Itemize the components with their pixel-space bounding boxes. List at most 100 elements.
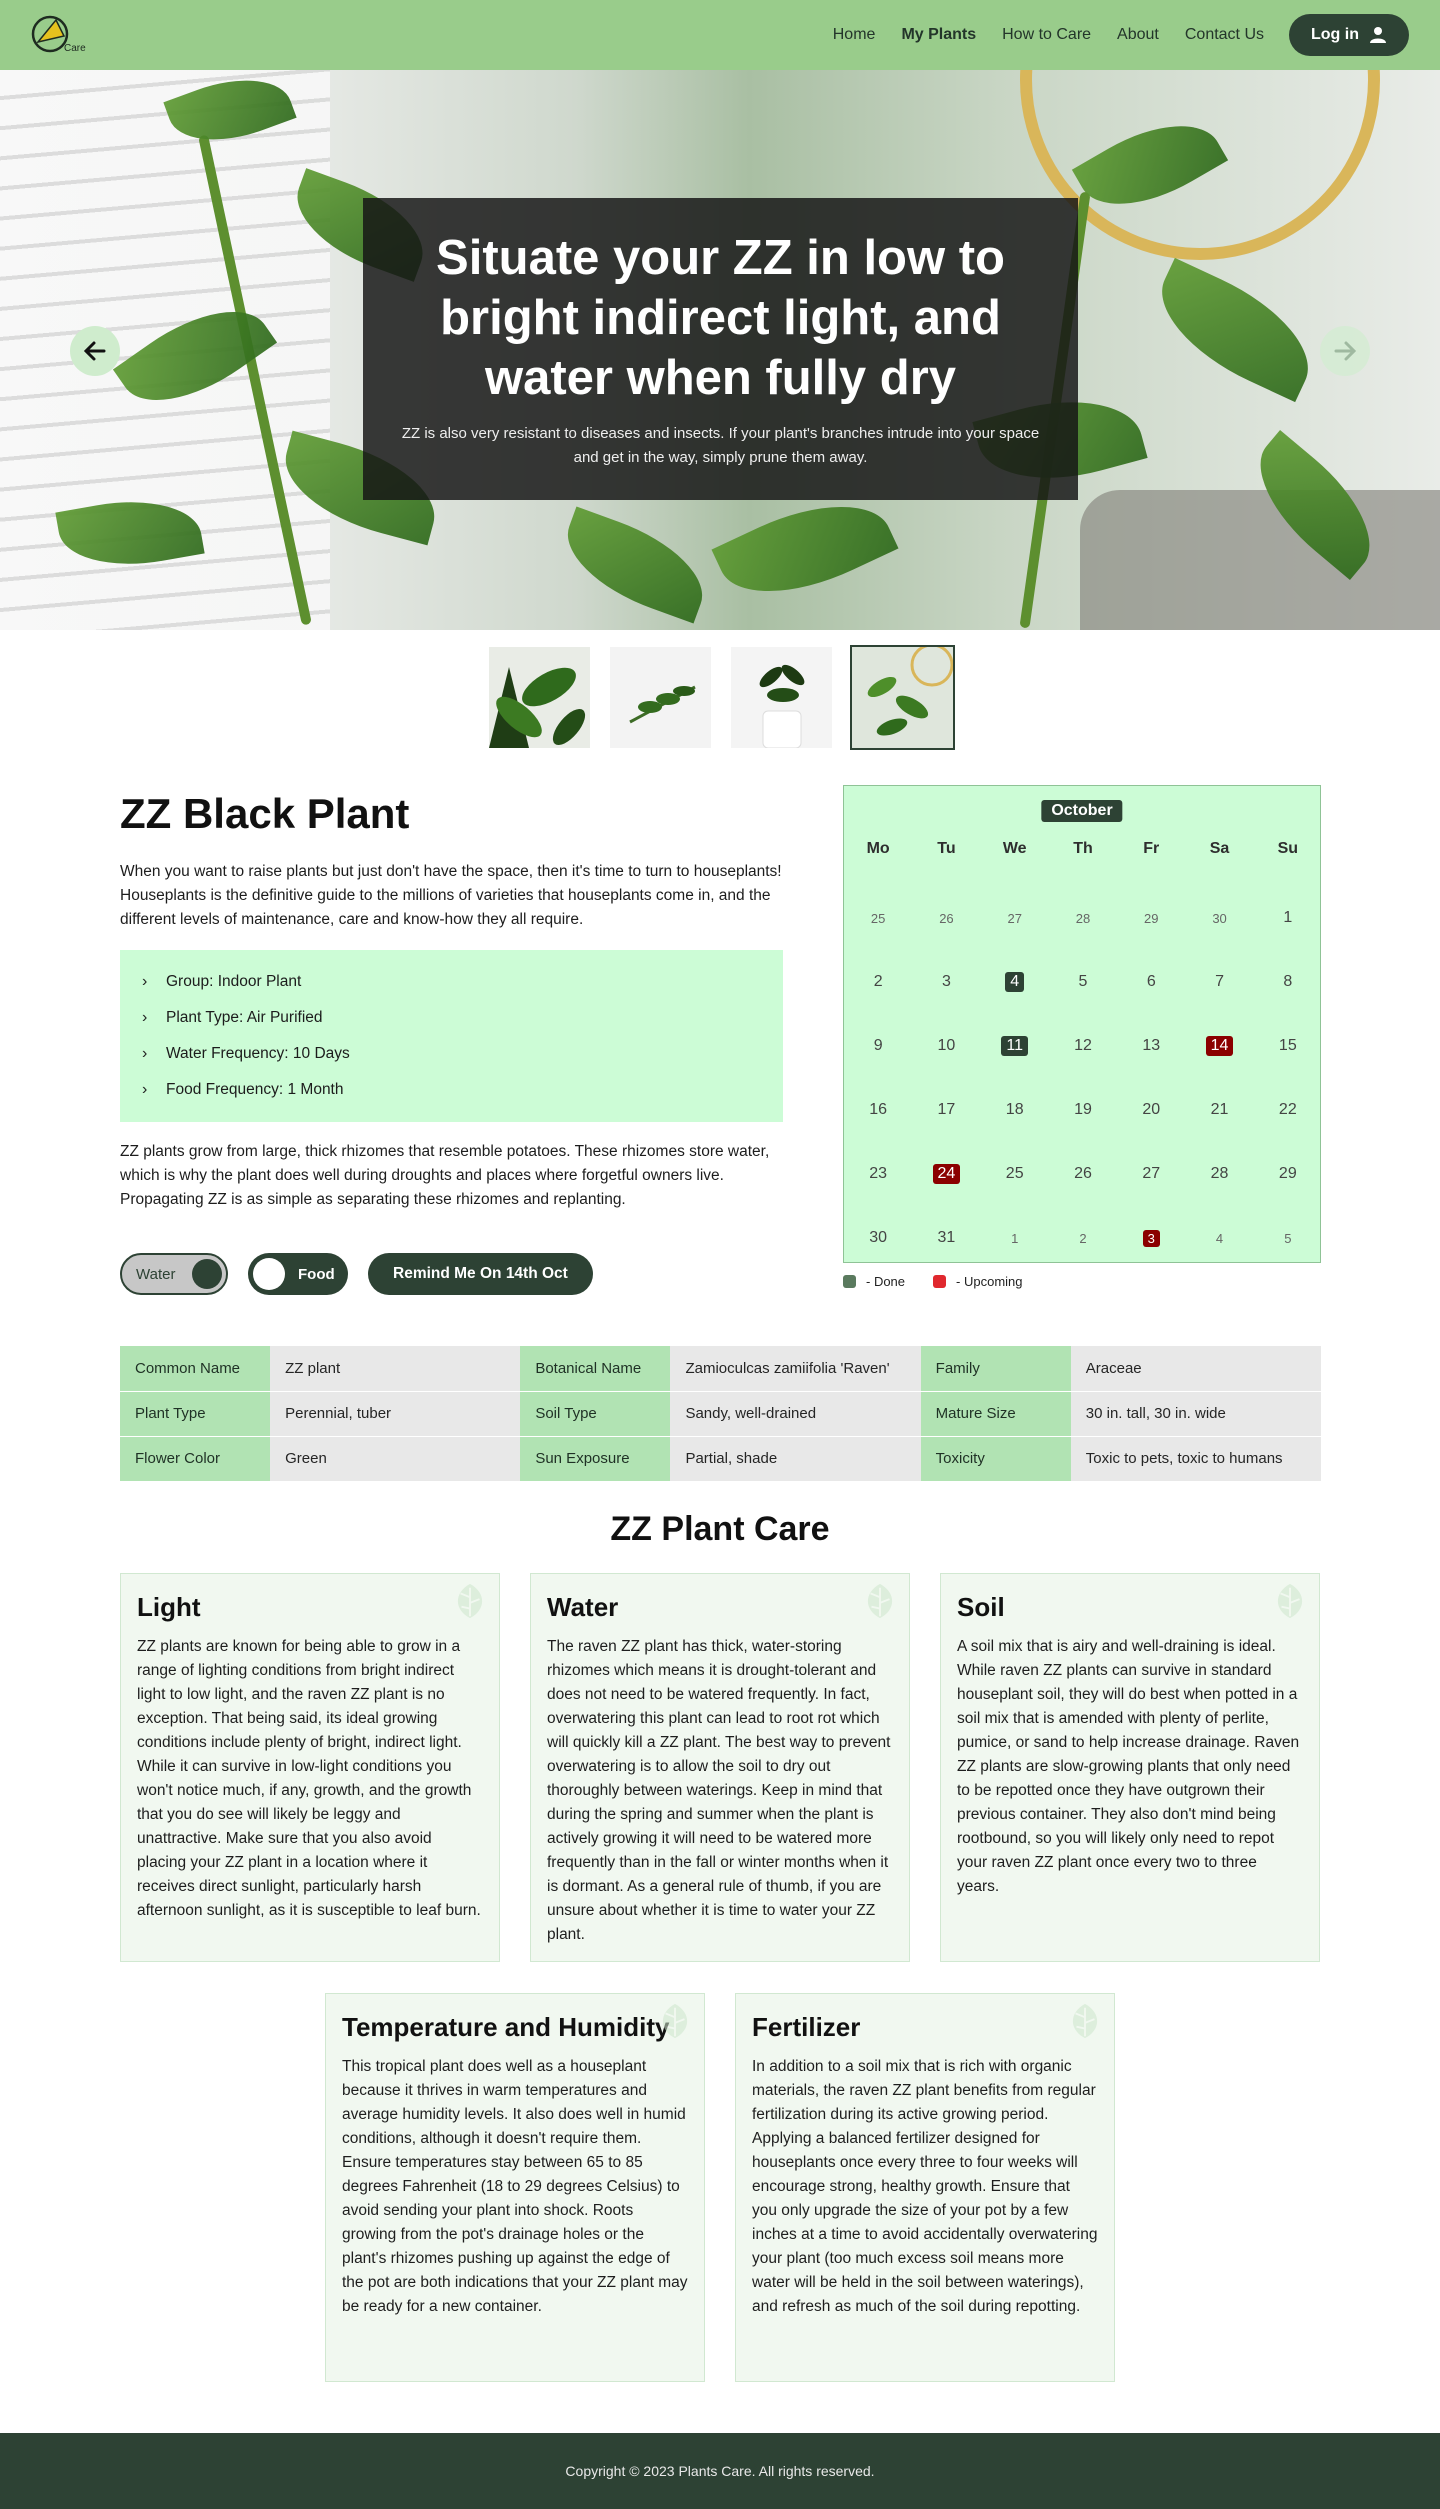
- fact-key: Family: [920, 1346, 1071, 1392]
- calendar-day[interactable]: 4: [1185, 1206, 1253, 1270]
- calendar-day-number: 27: [1007, 910, 1022, 926]
- water-toggle[interactable]: Water: [120, 1253, 228, 1295]
- user-icon: [1369, 27, 1386, 43]
- food-toggle-label: Food: [298, 1265, 335, 1283]
- calendar-day[interactable]: 28: [1049, 886, 1117, 950]
- care-card-fertilizer: Fertilizer In addition to a soil mix tha…: [735, 1993, 1115, 2382]
- nav-about[interactable]: About: [1117, 26, 1159, 44]
- calendar-day[interactable]: 21: [1185, 1078, 1253, 1142]
- calendar-day-number: 3: [941, 973, 951, 990]
- calendar-day[interactable]: 22: [1254, 1078, 1322, 1142]
- calendar-day[interactable]: 27: [1117, 1142, 1185, 1206]
- thumbnail-4[interactable]: [850, 645, 955, 750]
- calendar-day[interactable]: 18: [981, 1078, 1049, 1142]
- calendar-day[interactable]: 30: [844, 1206, 912, 1270]
- care-card-text: ZZ plants are known for being able to gr…: [137, 1638, 481, 1919]
- calendar-day[interactable]: 29: [1117, 886, 1185, 950]
- calendar-day[interactable]: 4: [981, 950, 1049, 1014]
- calendar-day-number: 24: [932, 1164, 961, 1184]
- care-card-light: Light ZZ plants are known for being able…: [120, 1573, 500, 1962]
- calendar-day[interactable]: 8: [1254, 950, 1322, 1014]
- thumbnail-strip: [489, 645, 955, 750]
- login-label: Log in: [1311, 26, 1359, 43]
- thumbnail-2[interactable]: [610, 647, 711, 748]
- calendar-day[interactable]: 12: [1049, 1014, 1117, 1078]
- calendar-day[interactable]: 10: [912, 1014, 980, 1078]
- calendar-day[interactable]: 19: [1049, 1078, 1117, 1142]
- calendar-day[interactable]: 27: [981, 886, 1049, 950]
- care-card-text: This tropical plant does well as a house…: [342, 2058, 688, 2315]
- calendar-day[interactable]: 15: [1254, 1014, 1322, 1078]
- calendar-day[interactable]: 25: [981, 1142, 1049, 1206]
- fact-key: Flower Color: [120, 1436, 271, 1482]
- footer: Copyright © 2023 Plants Care. All rights…: [0, 2433, 1440, 2509]
- calendar-grid: 25 26 27 28 29 30 1 2 3 4 5 6 7 8 9 10 11 12 13 14 15 16 17 18 1…: [844, 886, 1322, 1270]
- calendar-day[interactable]: 26: [912, 886, 980, 950]
- monstera-leaf-icon: [1277, 1583, 1303, 1619]
- calendar-day[interactable]: 28: [1185, 1142, 1253, 1206]
- carousel-prev-button[interactable]: [70, 326, 120, 376]
- calendar-week-row: 23 24 25 26 27 28 29: [844, 1142, 1322, 1206]
- weekday-label: Tu: [937, 840, 956, 857]
- care-card-temperature-humidity: Temperature and Humidity This tropical p…: [325, 1993, 705, 2382]
- table-row: Flower Color Green Sun Exposure Partial,…: [120, 1436, 1321, 1482]
- calendar-day[interactable]: 3: [1117, 1206, 1185, 1270]
- calendar-day[interactable]: 1: [981, 1206, 1049, 1270]
- thumbnail-image: [852, 647, 953, 748]
- care-card-title: Soil: [957, 1592, 1005, 1622]
- care-section-title: ZZ Plant Care: [610, 1510, 830, 1548]
- calendar-day[interactable]: 13: [1117, 1014, 1185, 1078]
- calendar-month: October: [1041, 800, 1123, 822]
- hero-carousel: Situate your ZZ in low to bright indirec…: [0, 70, 1440, 630]
- nav-my-plants[interactable]: My Plants: [901, 26, 976, 44]
- nav-how-to-care[interactable]: How to Care: [1002, 26, 1091, 44]
- thumbnail-image: [610, 647, 711, 748]
- calendar-day[interactable]: 17: [912, 1078, 980, 1142]
- carousel-next-button[interactable]: [1320, 326, 1370, 376]
- calendar-day[interactable]: 9: [844, 1014, 912, 1078]
- calendar-day[interactable]: 23: [844, 1142, 912, 1206]
- calendar-day[interactable]: 31: [912, 1206, 980, 1270]
- remind-me-button[interactable]: Remind Me On 14th Oct: [368, 1253, 593, 1295]
- login-button[interactable]: Log in: [1289, 14, 1409, 56]
- calendar-day[interactable]: 26: [1049, 1142, 1117, 1206]
- calendar-week-row: 16 17 18 19 20 21 22: [844, 1078, 1322, 1142]
- thumbnail-1[interactable]: [489, 647, 590, 748]
- plants-care-logo[interactable]: Care: [28, 10, 92, 60]
- calendar-day[interactable]: 14: [1185, 1014, 1253, 1078]
- calendar-day[interactable]: 5: [1254, 1206, 1322, 1270]
- hero-pot-decoration: [1080, 490, 1440, 630]
- thumbnail-3[interactable]: [731, 647, 832, 748]
- calendar-day[interactable]: 2: [844, 950, 912, 1014]
- calendar-day[interactable]: 1: [1254, 886, 1322, 950]
- calendar-week-row: 2 3 4 5 6 7 8: [844, 950, 1322, 1014]
- fact-key: Soil Type: [520, 1391, 671, 1437]
- fact-value: Zamioculcas zamiifolia 'Raven': [670, 1346, 921, 1392]
- care-card-text: A soil mix that is airy and well-drainin…: [957, 1638, 1300, 1895]
- calendar-day[interactable]: 3: [912, 950, 980, 1014]
- fact-value: Green: [270, 1436, 521, 1482]
- calendar-day[interactable]: 20: [1117, 1078, 1185, 1142]
- calendar-day[interactable]: 11: [981, 1014, 1049, 1078]
- svg-text:Care: Care: [64, 43, 86, 54]
- fact-value: ZZ plant: [270, 1346, 521, 1392]
- calendar-day[interactable]: 30: [1185, 886, 1253, 950]
- calendar-day[interactable]: 5: [1049, 950, 1117, 1014]
- calendar-day-number: 6: [1146, 973, 1156, 990]
- food-toggle[interactable]: Food: [248, 1253, 348, 1295]
- nav-home[interactable]: Home: [833, 26, 876, 44]
- calendar-day[interactable]: 25: [844, 886, 912, 950]
- calendar-day[interactable]: 7: [1185, 950, 1253, 1014]
- weekday-label: Th: [1073, 840, 1093, 857]
- calendar-day-number: 28: [1210, 1165, 1229, 1182]
- chevron-right-icon: ›: [142, 1009, 148, 1026]
- calendar-day[interactable]: 29: [1254, 1142, 1322, 1206]
- table-row: Common Name ZZ plant Botanical Name Zami…: [120, 1346, 1321, 1392]
- calendar-day[interactable]: 24: [912, 1142, 980, 1206]
- calendar-day[interactable]: 6: [1117, 950, 1185, 1014]
- calendar-day[interactable]: 16: [844, 1078, 912, 1142]
- nav-contact-us[interactable]: Contact Us: [1185, 26, 1264, 44]
- weekday-label: Su: [1277, 840, 1299, 857]
- calendar-day[interactable]: 2: [1049, 1206, 1117, 1270]
- hero-subtitle: ZZ is also very resistant to diseases an…: [401, 425, 1040, 466]
